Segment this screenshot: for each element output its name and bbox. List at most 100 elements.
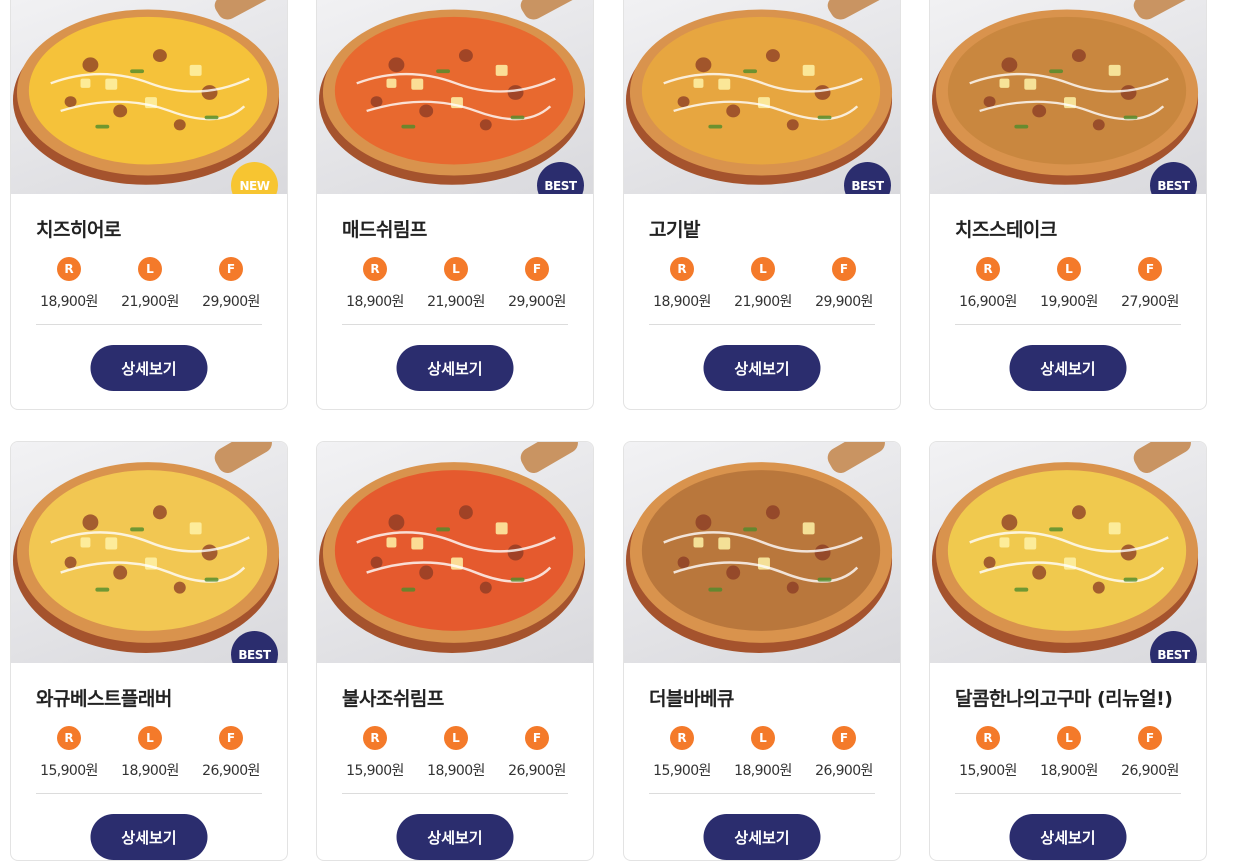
product-card[interactable]: 불사조쉬림프 R 15,900원 L 18,900원 F 26,900원 상세보… (316, 441, 594, 861)
price-regular: 15,900원 (40, 763, 98, 779)
divider (955, 793, 1181, 794)
pizza-image[interactable]: BEST (930, 0, 1206, 194)
detail-button[interactable]: 상세보기 (703, 814, 821, 860)
size-family-icon: F (832, 726, 856, 750)
price-regular: 16,900원 (959, 294, 1017, 310)
size-regular: R 15,900원 (642, 726, 722, 780)
size-prices: R 15,900원 L 18,900원 F 26,900원 (335, 726, 577, 780)
size-regular-icon: R (976, 257, 1000, 281)
pizza-image[interactable] (317, 442, 593, 663)
price-regular: 15,900원 (346, 763, 404, 779)
product-card[interactable]: 더블바베큐 R 15,900원 L 18,900원 F 26,900원 상세보기 (623, 441, 901, 861)
product-card[interactable]: NEW 치즈히어로 R 18,900원 L 21,900원 F 29,900원 … (10, 0, 288, 410)
detail-button[interactable]: 상세보기 (90, 814, 208, 860)
size-large-icon: L (444, 726, 468, 750)
price-regular: 15,900원 (653, 763, 711, 779)
size-prices: R 18,900원 L 21,900원 F 29,900원 (29, 257, 271, 311)
product-card[interactable]: BEST 와규베스트플래버 R 15,900원 L 18,900원 F 26,9… (10, 441, 288, 861)
size-regular: R 18,900원 (335, 257, 415, 311)
size-family-icon: F (1138, 726, 1162, 750)
pizza-illustration (931, 442, 1199, 653)
detail-button[interactable]: 상세보기 (703, 345, 821, 391)
size-large: L 18,900원 (416, 726, 496, 780)
size-regular-icon: R (57, 726, 81, 750)
price-family: 26,900원 (508, 763, 566, 779)
size-regular: R 15,900원 (335, 726, 415, 780)
size-regular-icon: R (976, 726, 1000, 750)
size-regular: R 18,900원 (29, 257, 109, 311)
product-name[interactable]: 와규베스트플래버 (36, 684, 172, 711)
product-name[interactable]: 더블바베큐 (649, 684, 734, 711)
size-large: L 21,900원 (723, 257, 803, 311)
size-large: L 18,900원 (723, 726, 803, 780)
product-name[interactable]: 달콤한나의고구마 (리뉴얼!) (955, 684, 1173, 711)
size-large: L 18,900원 (1029, 726, 1109, 780)
size-prices: R 15,900원 L 18,900원 F 26,900원 (948, 726, 1190, 780)
price-large: 21,900원 (427, 294, 485, 310)
detail-button[interactable]: 상세보기 (1009, 345, 1127, 391)
size-prices: R 18,900원 L 21,900원 F 29,900원 (335, 257, 577, 311)
price-family: 26,900원 (1121, 763, 1179, 779)
product-card[interactable]: BEST 달콤한나의고구마 (리뉴얼!) R 15,900원 L 18,900원… (929, 441, 1207, 861)
pizza-image[interactable]: NEW (11, 0, 287, 194)
divider (36, 324, 262, 325)
pizza-image[interactable]: BEST (317, 0, 593, 194)
product-card[interactable]: BEST 매드쉬림프 R 18,900원 L 21,900원 F 29,900원… (316, 0, 594, 410)
product-card[interactable]: BEST 고기밭 R 18,900원 L 21,900원 F 29,900원 상… (623, 0, 901, 410)
size-regular-icon: R (363, 726, 387, 750)
size-family-icon: F (1138, 257, 1162, 281)
price-family: 29,900원 (508, 294, 566, 310)
product-name[interactable]: 치즈히어로 (36, 215, 121, 242)
size-regular-icon: R (670, 726, 694, 750)
size-family: F 27,900원 (1110, 257, 1190, 311)
product-name[interactable]: 불사조쉬림프 (342, 684, 444, 711)
pizza-image[interactable] (624, 442, 900, 663)
detail-button[interactable]: 상세보기 (90, 345, 208, 391)
product-name[interactable]: 고기밭 (649, 215, 700, 242)
size-regular-icon: R (57, 257, 81, 281)
size-large-icon: L (444, 257, 468, 281)
pizza-image[interactable]: BEST (11, 442, 287, 663)
size-family: F 26,900원 (191, 726, 271, 780)
size-large-icon: L (138, 726, 162, 750)
size-family: F 29,900원 (191, 257, 271, 311)
size-prices: R 16,900원 L 19,900원 F 27,900원 (948, 257, 1190, 311)
size-regular: R 15,900원 (29, 726, 109, 780)
price-family: 29,900원 (815, 294, 873, 310)
size-large-icon: L (1057, 726, 1081, 750)
size-family-icon: F (832, 257, 856, 281)
pizza-illustration (625, 442, 893, 653)
pizza-image[interactable]: BEST (930, 442, 1206, 663)
price-family: 27,900원 (1121, 294, 1179, 310)
pizza-illustration (12, 442, 280, 653)
detail-button[interactable]: 상세보기 (1009, 814, 1127, 860)
detail-button[interactable]: 상세보기 (396, 814, 514, 860)
size-family-icon: F (525, 257, 549, 281)
detail-button[interactable]: 상세보기 (396, 345, 514, 391)
price-family: 26,900원 (202, 763, 260, 779)
divider (649, 793, 875, 794)
product-card[interactable]: BEST 치즈스테이크 R 16,900원 L 19,900원 F 27,900… (929, 0, 1207, 410)
price-regular: 18,900원 (346, 294, 404, 310)
price-family: 29,900원 (202, 294, 260, 310)
price-large: 18,900원 (427, 763, 485, 779)
size-family: F 26,900원 (497, 726, 577, 780)
price-regular: 15,900원 (959, 763, 1017, 779)
product-name[interactable]: 매드쉬림프 (342, 215, 427, 242)
price-large: 21,900원 (734, 294, 792, 310)
divider (955, 324, 1181, 325)
divider (649, 324, 875, 325)
size-regular-icon: R (670, 257, 694, 281)
size-prices: R 18,900원 L 21,900원 F 29,900원 (642, 257, 884, 311)
size-large-icon: L (138, 257, 162, 281)
size-family-icon: F (219, 726, 243, 750)
pizza-image[interactable]: BEST (624, 0, 900, 194)
size-family: F 26,900원 (1110, 726, 1190, 780)
product-name[interactable]: 치즈스테이크 (955, 215, 1057, 242)
size-large: L 19,900원 (1029, 257, 1109, 311)
size-regular-icon: R (363, 257, 387, 281)
size-large-icon: L (1057, 257, 1081, 281)
price-family: 26,900원 (815, 763, 873, 779)
divider (342, 793, 568, 794)
price-large: 19,900원 (1040, 294, 1098, 310)
